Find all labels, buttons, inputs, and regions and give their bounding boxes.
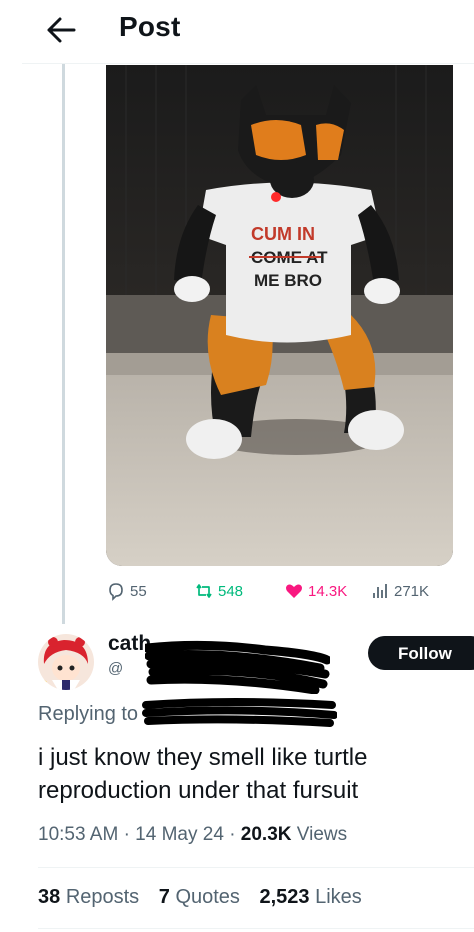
- like-action[interactable]: 14.3K: [284, 581, 347, 601]
- quotes-count: 7: [158, 886, 170, 908]
- reply-icon: [109, 583, 123, 601]
- quotes-label: Quotes: [175, 886, 240, 908]
- views-action[interactable]: 271K: [370, 581, 429, 601]
- reply-author-handle-prefix: @: [108, 660, 124, 677]
- meta-dot-2: ·: [229, 824, 236, 845]
- views-count: 271K: [394, 582, 430, 600]
- like-icon: [286, 584, 302, 598]
- repost-count: 548: [218, 582, 244, 600]
- thread-line: [62, 64, 65, 624]
- reposts-label: Reposts: [65, 886, 140, 908]
- repost-icon: [196, 584, 212, 598]
- reply-action[interactable]: 55: [106, 581, 147, 601]
- back-arrow-icon: [47, 17, 76, 43]
- post-image[interactable]: CUM IN COME AT ME BRO: [106, 65, 453, 566]
- reply-meta: 10:53 AM · 14 May 24 · 20.3K Views: [38, 824, 347, 846]
- likes-stat[interactable]: 2,523 Likes: [259, 886, 361, 908]
- likes-count: 2,523: [259, 886, 310, 908]
- likes-label: Likes: [315, 886, 362, 908]
- quotes-stat[interactable]: 7 Quotes: [159, 886, 240, 908]
- follow-button[interactable]: Follow: [368, 636, 474, 670]
- top-bar: Post: [0, 0, 474, 60]
- meta-dot-1: ·: [123, 824, 130, 845]
- replying-to-label: Replying to: [38, 703, 139, 725]
- reply-count: 55: [130, 582, 147, 600]
- replying-to-redaction: [142, 698, 337, 727]
- header-divider: [22, 63, 474, 64]
- reply-text: i just know they smell like turtle repro…: [38, 744, 368, 804]
- like-count: 14.3K: [308, 582, 348, 600]
- reply-stats: 38 Reposts 7 Quotes 2,523 Likes: [38, 886, 362, 909]
- redaction-scribble: [145, 640, 330, 694]
- repost-action[interactable]: 548: [194, 581, 243, 601]
- views-icon: [373, 584, 387, 598]
- stats-divider: [38, 867, 474, 868]
- shirt-text-line1: CUM IN: [251, 224, 315, 244]
- page-title: Post: [119, 11, 181, 42]
- back-button[interactable]: [46, 16, 76, 44]
- bottom-divider: [38, 928, 474, 929]
- reply-views-label: Views: [296, 824, 348, 845]
- avatar[interactable]: [38, 634, 94, 690]
- reposts-count: 38: [38, 886, 61, 908]
- reply-date[interactable]: 14 May 24: [135, 824, 224, 845]
- reposts-stat[interactable]: 38 Reposts: [38, 886, 139, 908]
- post-action-bar: 55 548 14.3K 271K: [106, 581, 466, 605]
- shirt-text-line3: ME BRO: [254, 271, 322, 290]
- reply-time[interactable]: 10:53 AM: [38, 824, 118, 845]
- reply-views-count: 20.3K: [240, 824, 292, 845]
